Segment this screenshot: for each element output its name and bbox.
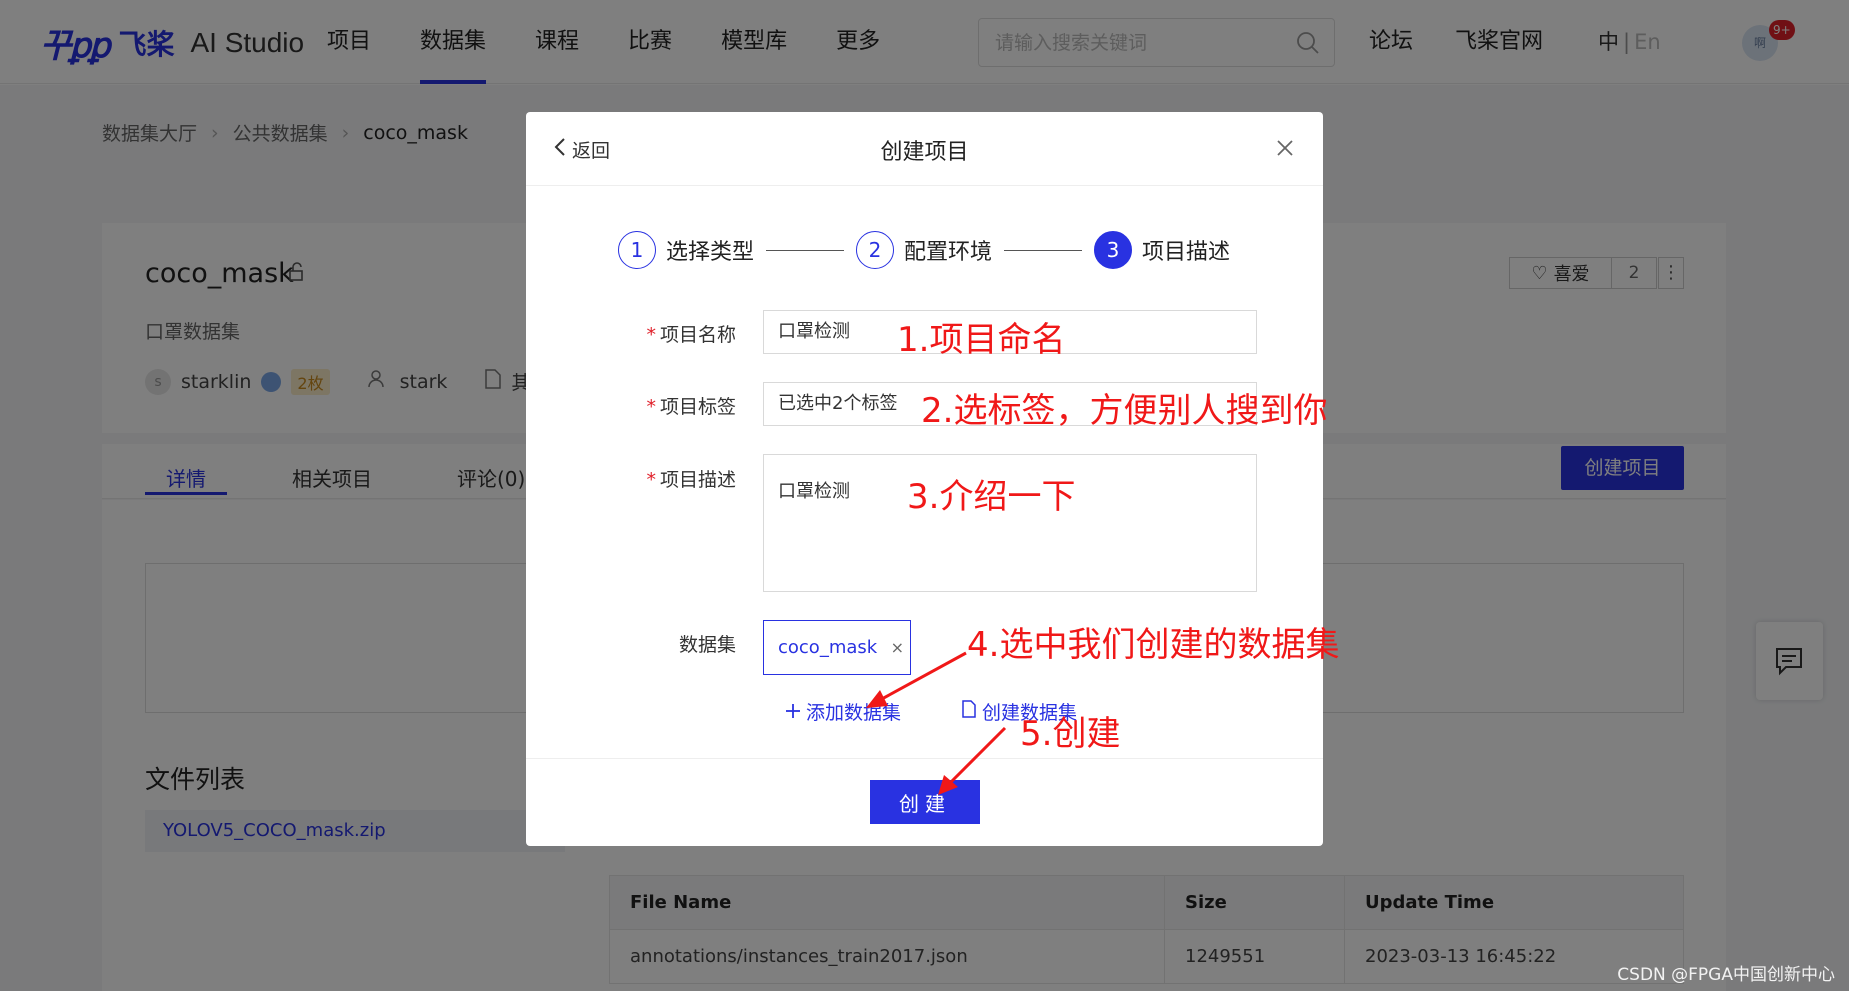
step-1-label: 选择类型	[666, 240, 755, 265]
step-2-label: 配置环境	[904, 240, 993, 265]
project-desc-label: * 项目描述	[636, 465, 736, 492]
modal-title: 创建项目	[880, 140, 969, 165]
project-name-label-text: 项目名称	[659, 324, 736, 346]
dataset-label: 数据集	[678, 634, 736, 656]
close-icon[interactable]	[1276, 139, 1294, 161]
submit-create-button[interactable]: 创建	[870, 780, 980, 824]
required-mark: *	[646, 396, 656, 418]
watermark: CSDN @FPGA中国创新中心	[1617, 965, 1835, 985]
project-desc-label-text: 项目描述	[659, 469, 736, 491]
modal-footer-divider	[526, 758, 1323, 759]
annotation-step-3: 3.介绍一下	[907, 477, 1076, 517]
plus-icon	[786, 701, 800, 723]
add-dataset-link[interactable]: 添加数据集	[786, 698, 901, 725]
step-2-number: 2	[856, 231, 895, 269]
step-indicator: 1 选择类型 2 配置环境 3 项目描述	[618, 230, 1230, 270]
annotation-step-2: 2.选标签，方便别人搜到你	[921, 391, 1328, 431]
step-3-label: 项目描述	[1142, 240, 1231, 265]
step-connector	[766, 249, 845, 251]
step-connector	[1004, 249, 1083, 251]
selected-dataset-chip: coco_mask ×	[763, 620, 911, 675]
file-icon	[962, 700, 976, 723]
add-dataset-label: 添加数据集	[806, 702, 902, 724]
modal-header: 返回 创建项目	[526, 112, 1323, 186]
annotation-step-1: 1.项目命名	[897, 320, 1066, 360]
project-tag-label: * 项目标签	[636, 392, 736, 419]
required-mark: *	[646, 324, 656, 346]
project-name-label: * 项目名称	[636, 320, 736, 347]
step-3-number: 3	[1094, 231, 1133, 269]
annotation-step-5: 5.创建	[1020, 714, 1121, 754]
step-1-number: 1	[618, 231, 656, 269]
dataset-chip-label: coco_mask	[778, 637, 878, 658]
remove-dataset-icon[interactable]: ×	[891, 621, 904, 674]
project-tag-label-text: 项目标签	[659, 396, 736, 418]
required-mark: *	[646, 469, 656, 491]
annotation-step-4: 4.选中我们创建的数据集	[967, 625, 1340, 665]
